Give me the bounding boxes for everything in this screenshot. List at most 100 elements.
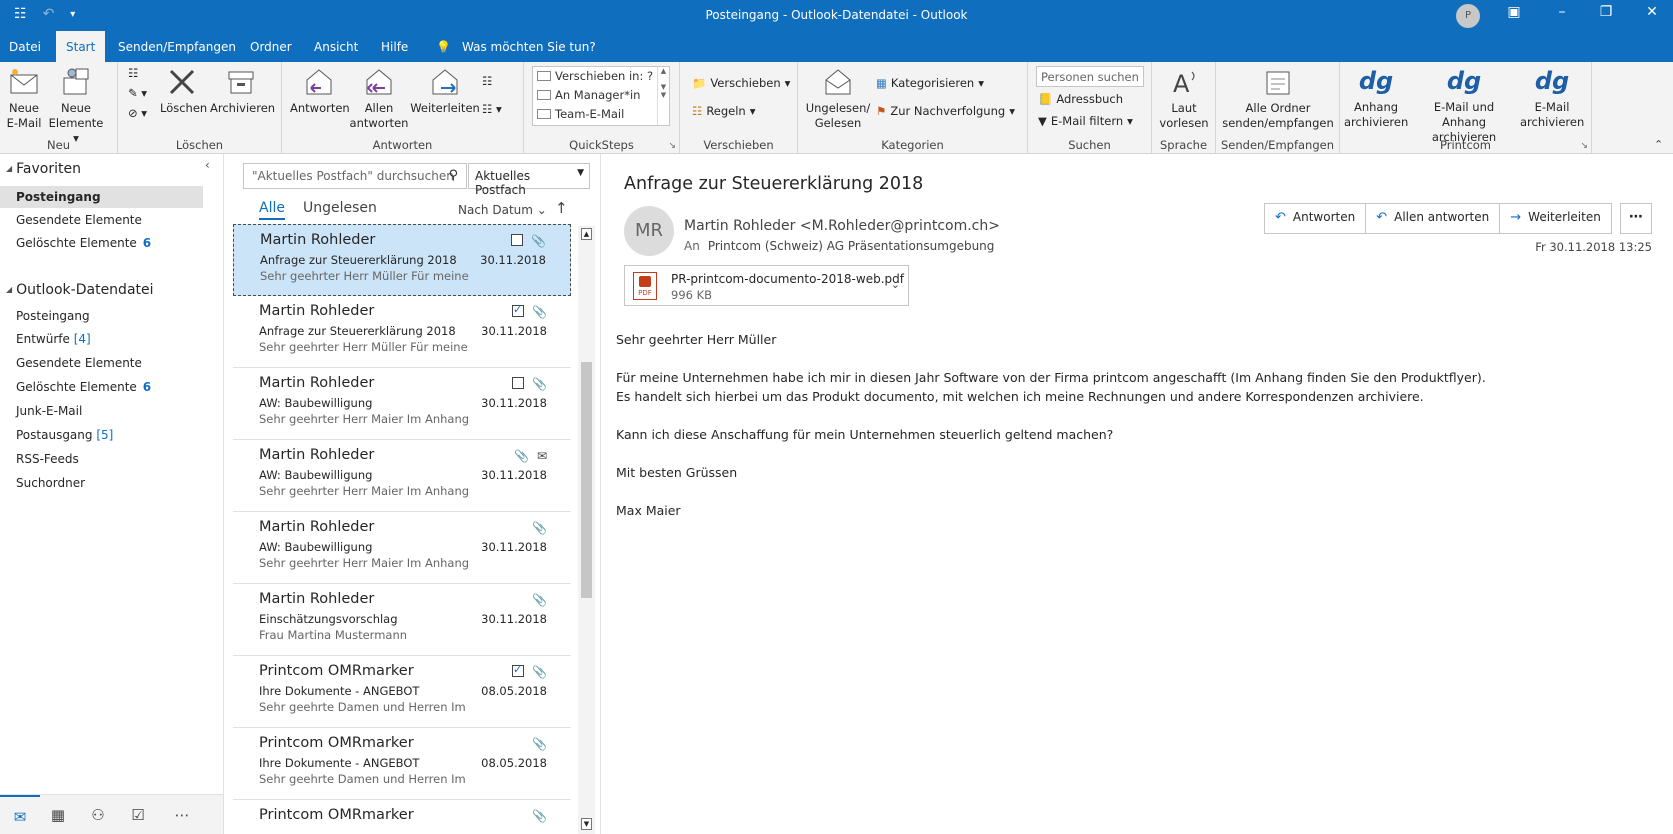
tab-ordner[interactable]: Ordner — [250, 40, 292, 54]
filter-email-button[interactable]: ▼ E-Mail filtern ▾ — [1038, 114, 1133, 128]
folder-item-gesendete[interactable]: Gesendete Elemente — [0, 209, 203, 231]
quickstep-item[interactable]: Team-E-Mail — [533, 105, 669, 124]
forward-button[interactable]: → Weiterleiten — [1500, 204, 1611, 233]
search-scope-dropdown[interactable]: Aktuelles Postfach ▼ — [468, 163, 590, 197]
folder-item-gesendete[interactable]: Gesendete Elemente — [0, 352, 203, 374]
ignore-icon[interactable]: ☷ — [128, 66, 138, 80]
filter-unread-tab[interactable]: Ungelesen — [303, 200, 377, 216]
folder-item-entwuerfe[interactable]: Entwürfe [4] — [0, 328, 203, 350]
folder-item-posteingang[interactable]: Posteingang — [0, 305, 203, 327]
dialog-launcher-icon[interactable]: ↘ — [1580, 141, 1588, 151]
list-item[interactable]: Martin Rohleder Anfrage zur Steuererklär… — [233, 224, 571, 296]
folder-item-geloeschte[interactable]: Gelöschte Elemente 6 — [0, 376, 203, 398]
more-modules-icon[interactable]: ⋯ — [162, 795, 202, 834]
list-item[interactable]: Printcom OMRmarker Ihre Dokumente - ANGE… — [233, 656, 571, 728]
more-respond-icon[interactable]: ☷ ▾ — [482, 102, 502, 116]
attachment-card[interactable]: PDF PR-printcom-documento-2018-web.pdf 9… — [624, 265, 909, 306]
collapse-folder-pane-icon[interactable]: ‹ — [205, 158, 210, 172]
checkbox-checked-icon[interactable] — [512, 303, 525, 317]
meeting-icon[interactable]: ☷ — [482, 74, 492, 88]
tab-hilfe[interactable]: Hilfe — [381, 40, 408, 54]
chevron-down-icon[interactable]: ⌄ — [891, 278, 900, 291]
reply-button[interactable]: Antworten — [290, 66, 350, 116]
recipient-name[interactable]: Printcom (Schweiz) AG Präsentationsumgeb… — [708, 239, 995, 253]
reply-button[interactable]: ↶ Antworten — [1265, 204, 1367, 233]
quicksteps-scroll[interactable]: ▲ ▼ ▼ — [657, 67, 669, 125]
mailbox-search-input[interactable]: "Aktuelles Postfach" durchsuchen ⚲ — [243, 163, 467, 189]
tab-ansicht[interactable]: Ansicht — [314, 40, 358, 54]
read-aloud-button[interactable]: A Laut vorlesen — [1158, 66, 1210, 131]
checkbox-icon[interactable] — [511, 234, 524, 246]
expand-triangle-icon: ◢ — [6, 164, 13, 173]
quickstep-item[interactable]: An Manager*in — [533, 86, 669, 105]
search-icon[interactable]: ⚲ — [448, 168, 458, 183]
calendar-icon[interactable]: ▦ — [38, 795, 78, 834]
archive-email-and-attachment-button[interactable]: dg E-Mail und Anhang archivieren — [1412, 66, 1516, 145]
rules-button[interactable]: ☷ Regeln ▾ — [692, 104, 756, 118]
close-icon[interactable]: ✕ — [1637, 4, 1667, 20]
tasks-icon[interactable]: ☑ — [118, 795, 158, 834]
folder-item-geloeschte[interactable]: Gelöschte Elemente 6 — [0, 232, 203, 254]
favorites-header[interactable]: ◢ Favoriten — [6, 161, 81, 177]
archive-button[interactable]: Archivieren — [210, 66, 275, 116]
sender-address[interactable]: Martin Rohleder <M.Rohleder@printcom.ch> — [684, 218, 1000, 234]
list-item[interactable]: Martin Rohleder Anfrage zur Steuererklär… — [233, 296, 571, 368]
reply-all-button[interactable]: ↶ Allen antworten — [1366, 204, 1501, 233]
scrollbar-thumb[interactable] — [581, 362, 592, 598]
sort-by-dropdown[interactable]: Nach Datum ⌄ — [458, 203, 547, 217]
list-item[interactable]: Printcom OMRmarker Ihre Dokumente - ANGE… — [233, 728, 571, 800]
sender-avatar[interactable]: MR — [624, 206, 674, 256]
archive-attachment-button[interactable]: dg Anhang archivieren — [1344, 66, 1408, 130]
cleanup-icon[interactable]: ✎ ▾ — [128, 86, 147, 100]
group-label-quicksteps: QuickSteps — [569, 138, 634, 152]
move-button[interactable]: 📁 Verschieben ▾ — [692, 76, 790, 90]
tab-start[interactable]: Start — [56, 31, 106, 62]
new-items-button[interactable]: Neue Elemente ▾ — [46, 66, 106, 146]
paperclip-icon: 📎 — [532, 809, 547, 823]
datafile-header[interactable]: ◢ Outlook-Datendatei — [6, 282, 154, 298]
minimize-icon[interactable]: – — [1547, 4, 1577, 20]
send-receive-all-button[interactable]: Alle Ordner senden/empfangen — [1220, 66, 1336, 131]
collapse-ribbon-icon[interactable]: ⌃ — [1654, 138, 1663, 151]
filter-all-tab[interactable]: Alle — [259, 200, 285, 220]
list-item[interactable]: Martin Rohleder AW: Baubewilligung Sehr … — [233, 512, 571, 584]
account-avatar[interactable]: P — [1456, 4, 1480, 28]
followup-button[interactable]: ⚑ Zur Nachverfolgung ▾ — [876, 104, 1015, 118]
archive-email-button[interactable]: dg E-Mail archivieren — [1520, 66, 1584, 130]
list-item[interactable]: Martin Rohleder AW: Baubewilligung Sehr … — [233, 440, 571, 512]
sort-direction-icon[interactable]: ↑ — [555, 199, 568, 217]
tell-me-box[interactable]: Was möchten Sie tun? — [462, 40, 596, 54]
maximize-icon[interactable]: ❐ — [1591, 4, 1621, 20]
people-icon[interactable]: ⚇ — [78, 795, 118, 834]
folder-item-postausgang[interactable]: Postausgang [5] — [0, 424, 203, 446]
junk-icon[interactable]: ⊘ ▾ — [128, 106, 147, 120]
folder-item-rss[interactable]: RSS-Feeds — [0, 448, 203, 470]
reply-all-button[interactable]: Allen antworten — [348, 66, 410, 131]
scroll-down-icon[interactable]: ▼ — [581, 818, 592, 830]
tab-datei[interactable]: Datei — [9, 40, 41, 54]
folder-item-junk[interactable]: Junk-E-Mail — [0, 400, 203, 422]
new-email-button[interactable]: Neue E-Mail — [4, 66, 44, 131]
mail-icon[interactable]: ✉ — [0, 795, 40, 834]
scroll-up-icon[interactable]: ▲ — [581, 228, 592, 240]
body-paragraph: Kann ich diese Anschaffung für mein Unte… — [616, 427, 1114, 442]
unread-read-button[interactable]: Ungelesen/Gelesen — [804, 66, 872, 131]
list-item[interactable]: Martin Rohleder AW: Baubewilligung Sehr … — [233, 368, 571, 440]
more-actions-icon[interactable]: ⋯ — [1620, 203, 1652, 234]
quickstep-item[interactable]: Verschieben in: ? — [533, 67, 669, 86]
delete-button[interactable]: Löschen — [160, 66, 207, 116]
message-list-scrollbar[interactable]: ▲ ▼ — [578, 226, 595, 834]
checkbox-icon[interactable] — [512, 377, 525, 389]
list-item[interactable]: Printcom OMRmarker 📎 — [233, 800, 571, 834]
addressbook-button[interactable]: 📒 Adressbuch — [1038, 92, 1123, 106]
tab-senden-empfangen[interactable]: Senden/Empfangen — [118, 40, 236, 54]
dialog-launcher-icon[interactable]: ↘ — [668, 141, 676, 151]
checkbox-checked-icon[interactable] — [512, 663, 525, 677]
folder-item-suchordner[interactable]: Suchordner — [0, 472, 203, 494]
people-search-input[interactable]: Personen suchen — [1036, 66, 1144, 87]
ribbon-display-options-icon[interactable]: ▣ — [1499, 4, 1529, 20]
list-item[interactable]: Martin Rohleder Einschätzungsvorschlag F… — [233, 584, 571, 656]
folder-item-posteingang[interactable]: Posteingang — [0, 186, 203, 208]
forward-button[interactable]: Weiterleiten — [410, 66, 480, 116]
categorize-button[interactable]: ▦ Kategorisieren ▾ — [876, 76, 984, 90]
